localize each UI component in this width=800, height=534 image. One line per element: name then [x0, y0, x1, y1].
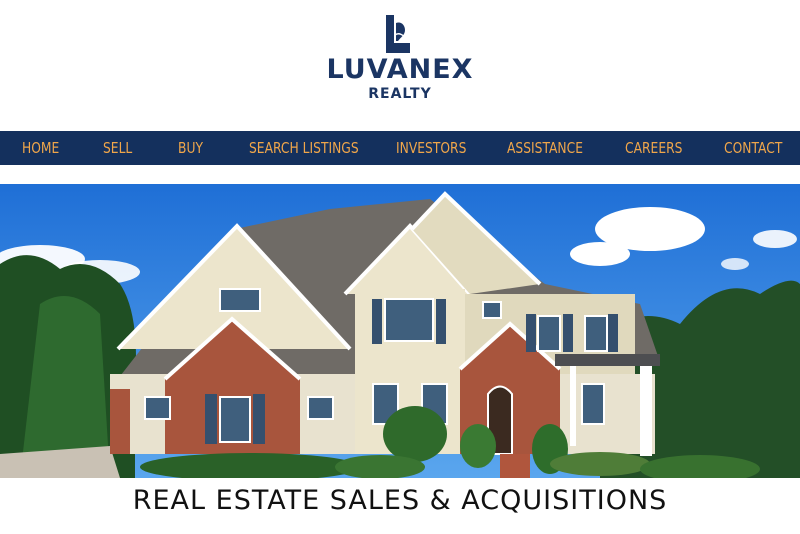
- nav-careers[interactable]: CAREERS: [625, 131, 682, 165]
- brand-name[interactable]: LUVANEX: [0, 55, 800, 85]
- main-nav: HOME SELL BUY SEARCH LISTINGS INVESTORS …: [0, 131, 800, 165]
- tagline: REAL ESTATE SALES & ACQUISITIONS: [132, 485, 668, 516]
- nav-investors[interactable]: INVESTORS: [396, 131, 466, 165]
- nav-assistance[interactable]: ASSISTANCE: [507, 131, 583, 165]
- nav-buy[interactable]: BUY: [178, 131, 203, 165]
- brand-subtitle: REALTY: [368, 86, 432, 102]
- nav-contact[interactable]: CONTACT: [724, 131, 782, 165]
- nav-search-listings[interactable]: SEARCH LISTINGS: [249, 131, 359, 165]
- nav-sell[interactable]: SELL: [103, 131, 132, 165]
- nav-home[interactable]: HOME: [22, 131, 59, 165]
- hero-house-image: [0, 184, 800, 478]
- logo-icon[interactable]: [383, 15, 413, 53]
- site-header: LUVANEX REALTY: [0, 0, 800, 131]
